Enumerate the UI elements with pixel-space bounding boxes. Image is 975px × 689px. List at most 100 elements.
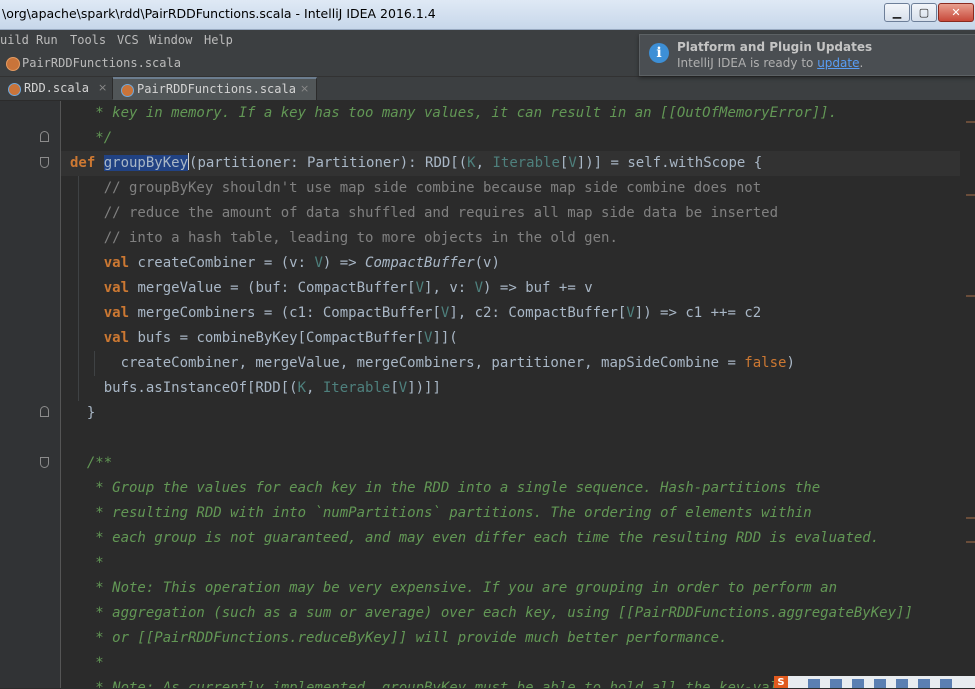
- tab-pairrddfunctions-scala[interactable]: PairRDDFunctions.scala ×: [113, 77, 317, 100]
- code-line[interactable]: createCombiner, mergeValue, mergeCombine…: [70, 351, 795, 376]
- close-tab-icon[interactable]: ×: [300, 82, 309, 95]
- notification-title: Platform and Plugin Updates: [677, 40, 873, 54]
- fold-start-icon[interactable]: [40, 157, 49, 168]
- code-token: V: [626, 305, 635, 321]
- error-stripe-marker[interactable]: [966, 541, 975, 543]
- editor-scrollbar[interactable]: [960, 101, 975, 688]
- error-stripe-marker[interactable]: [966, 194, 975, 196]
- code-token: Iterable: [492, 155, 560, 171]
- code-line[interactable]: val createCombiner = (v: V) => CompactBu…: [70, 251, 500, 276]
- code-token: /**: [70, 455, 113, 471]
- maximize-button[interactable]: ▢: [911, 3, 937, 22]
- code-line[interactable]: val mergeCombiners = (c1: CompactBuffer[…: [70, 301, 761, 326]
- editor-tabs: RDD.scala × PairRDDFunctions.scala ×: [0, 77, 975, 101]
- scala-file-icon: [8, 83, 21, 96]
- code-line[interactable]: * aggregation (such as a sum or average)…: [70, 601, 913, 626]
- tab-rdd-scala[interactable]: RDD.scala ×: [0, 78, 113, 99]
- close-window-button[interactable]: ✕: [938, 3, 974, 22]
- code-token: *: [70, 555, 104, 571]
- tray-icon[interactable]: [852, 679, 864, 688]
- code-token: ], v:: [424, 280, 475, 296]
- code-token: }: [70, 405, 96, 421]
- code-line[interactable]: val mergeValue = (buf: CompactBuffer[V],…: [70, 276, 593, 301]
- code-token: bufs = combineByKey[CompactBuffer[: [137, 330, 425, 346]
- tray-icon[interactable]: [808, 679, 820, 688]
- code-line[interactable]: // into a hash table, leading to more ob…: [70, 226, 618, 251]
- code-token: * key in memory. If a key has too many v…: [70, 105, 838, 121]
- code-line[interactable]: *: [70, 651, 103, 676]
- code-token: val: [103, 305, 138, 321]
- tray-icon[interactable]: [918, 679, 930, 688]
- code-line[interactable]: // groupByKey shouldn't use map side com…: [70, 176, 761, 201]
- fold-start-icon[interactable]: [40, 457, 49, 468]
- breadcrumb-file[interactable]: PairRDDFunctions.scala: [22, 56, 181, 70]
- code-line[interactable]: }: [70, 401, 95, 426]
- code-token: Iterable: [322, 380, 391, 396]
- code-line[interactable]: * resulting RDD with into `numPartitions…: [70, 501, 812, 526]
- menu-vcs[interactable]: VCS: [117, 33, 139, 47]
- code-line[interactable]: */: [70, 126, 112, 151]
- menu-tools[interactable]: Tools: [70, 33, 106, 47]
- code-token: * resulting RDD with into `numPartitions…: [70, 505, 812, 521]
- code-line[interactable]: * key in memory. If a key has too many v…: [70, 101, 837, 126]
- code-token: ])] = self.withScope {: [576, 155, 763, 171]
- code-token: * Note: As currently implemented, groupB…: [70, 680, 829, 688]
- menu-window[interactable]: Window: [149, 33, 192, 47]
- code-token: * aggregation (such as a sum or average)…: [70, 605, 913, 621]
- code-line[interactable]: val bufs = combineByKey[CompactBuffer[V]…: [70, 326, 458, 351]
- error-stripe-marker[interactable]: [966, 517, 975, 519]
- code-line[interactable]: * Group the values for each key in the R…: [70, 476, 820, 501]
- code-token: K: [467, 155, 476, 171]
- code-token: groupByKey: [103, 155, 189, 171]
- code-line[interactable]: *: [70, 551, 104, 576]
- tray-icon[interactable]: [940, 679, 952, 688]
- notification-body: IntelliJ IDEA is ready to update.: [677, 56, 863, 70]
- notification-suffix: .: [859, 56, 864, 70]
- fold-end-icon[interactable]: [40, 131, 49, 142]
- code-line[interactable]: * each group is not guaranteed, and may …: [70, 526, 879, 551]
- tray-icon[interactable]: [830, 679, 842, 688]
- window-titlebar: \org\apache\spark\rdd\PairRDDFunctions.s…: [0, 0, 975, 30]
- menu-help[interactable]: Help: [204, 33, 233, 47]
- code-token: val: [103, 255, 138, 271]
- code-token: V: [568, 155, 577, 171]
- code-line[interactable]: * Note: As currently implemented, groupB…: [70, 676, 829, 688]
- update-link[interactable]: update: [817, 56, 859, 70]
- error-stripe-marker[interactable]: [966, 295, 975, 297]
- error-stripe-marker[interactable]: [966, 121, 975, 123]
- code-token: V: [474, 280, 484, 296]
- fold-end-icon[interactable]: [40, 406, 49, 417]
- code-line[interactable]: def groupByKey(partitioner: Partitioner)…: [70, 151, 762, 176]
- menu-run[interactable]: Run: [36, 33, 58, 47]
- code-line[interactable]: // reduce the amount of data shuffled an…: [70, 201, 778, 226]
- menu-build[interactable]: uild: [0, 33, 29, 47]
- code-token: * Group the values for each key in the R…: [70, 480, 821, 496]
- code-line[interactable]: * Note: This operation may be very expen…: [70, 576, 837, 601]
- editor-gutter: [0, 101, 61, 688]
- code-line[interactable]: /**: [70, 451, 112, 476]
- minimize-button[interactable]: ▁: [884, 3, 910, 22]
- tray-icon[interactable]: [896, 679, 908, 688]
- code-line[interactable]: * or [[PairRDDFunctions.reduceByKey]] wi…: [70, 626, 727, 651]
- window-title: \org\apache\spark\rdd\PairRDDFunctions.s…: [2, 6, 436, 21]
- code-token: val: [103, 330, 138, 346]
- code-token: V: [415, 280, 425, 296]
- code-token: ): [786, 355, 795, 371]
- input-method-logo-icon[interactable]: S: [774, 676, 788, 688]
- code-token: createCombiner, mergeValue, mergeCombine…: [70, 355, 745, 371]
- scala-file-icon: [6, 57, 20, 71]
- code-line[interactable]: bufs.asInstanceOf[RDD[(K, Iterable[V])]]: [70, 376, 441, 401]
- code-editor[interactable]: * key in memory. If a key has too many v…: [0, 101, 975, 688]
- code-token: * or [[PairRDDFunctions.reduceByKey]] wi…: [70, 630, 728, 646]
- code-token: ,: [306, 380, 323, 396]
- code-token: ])]]: [407, 380, 441, 396]
- code-token: createCombiner = (v:: [137, 255, 315, 271]
- update-notification[interactable]: i Platform and Plugin Updates IntelliJ I…: [639, 34, 975, 76]
- close-tab-icon[interactable]: ×: [98, 81, 107, 94]
- code-token: ]](: [432, 330, 458, 346]
- keyboard-icon[interactable]: [874, 679, 886, 688]
